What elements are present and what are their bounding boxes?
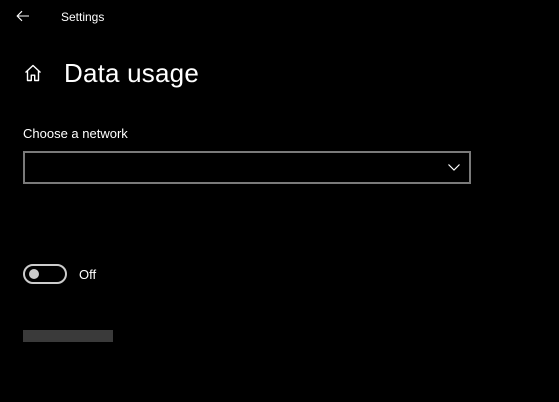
loading-placeholder — [23, 330, 113, 342]
toggle-knob — [29, 269, 39, 279]
toggle-state-label: Off — [79, 267, 97, 282]
network-label: Choose a network — [23, 126, 128, 141]
network-dropdown[interactable] — [23, 151, 471, 184]
back-button[interactable] — [8, 2, 38, 30]
home-icon — [25, 64, 41, 82]
home-button[interactable] — [20, 60, 46, 86]
window-title: Settings — [61, 10, 105, 24]
chevron-down-icon — [448, 164, 460, 171]
data-toggle-switch[interactable] — [23, 264, 67, 284]
back-arrow-icon — [16, 10, 29, 22]
title-bar: Settings — [0, 0, 559, 32]
page-title: Data usage — [64, 58, 199, 88]
